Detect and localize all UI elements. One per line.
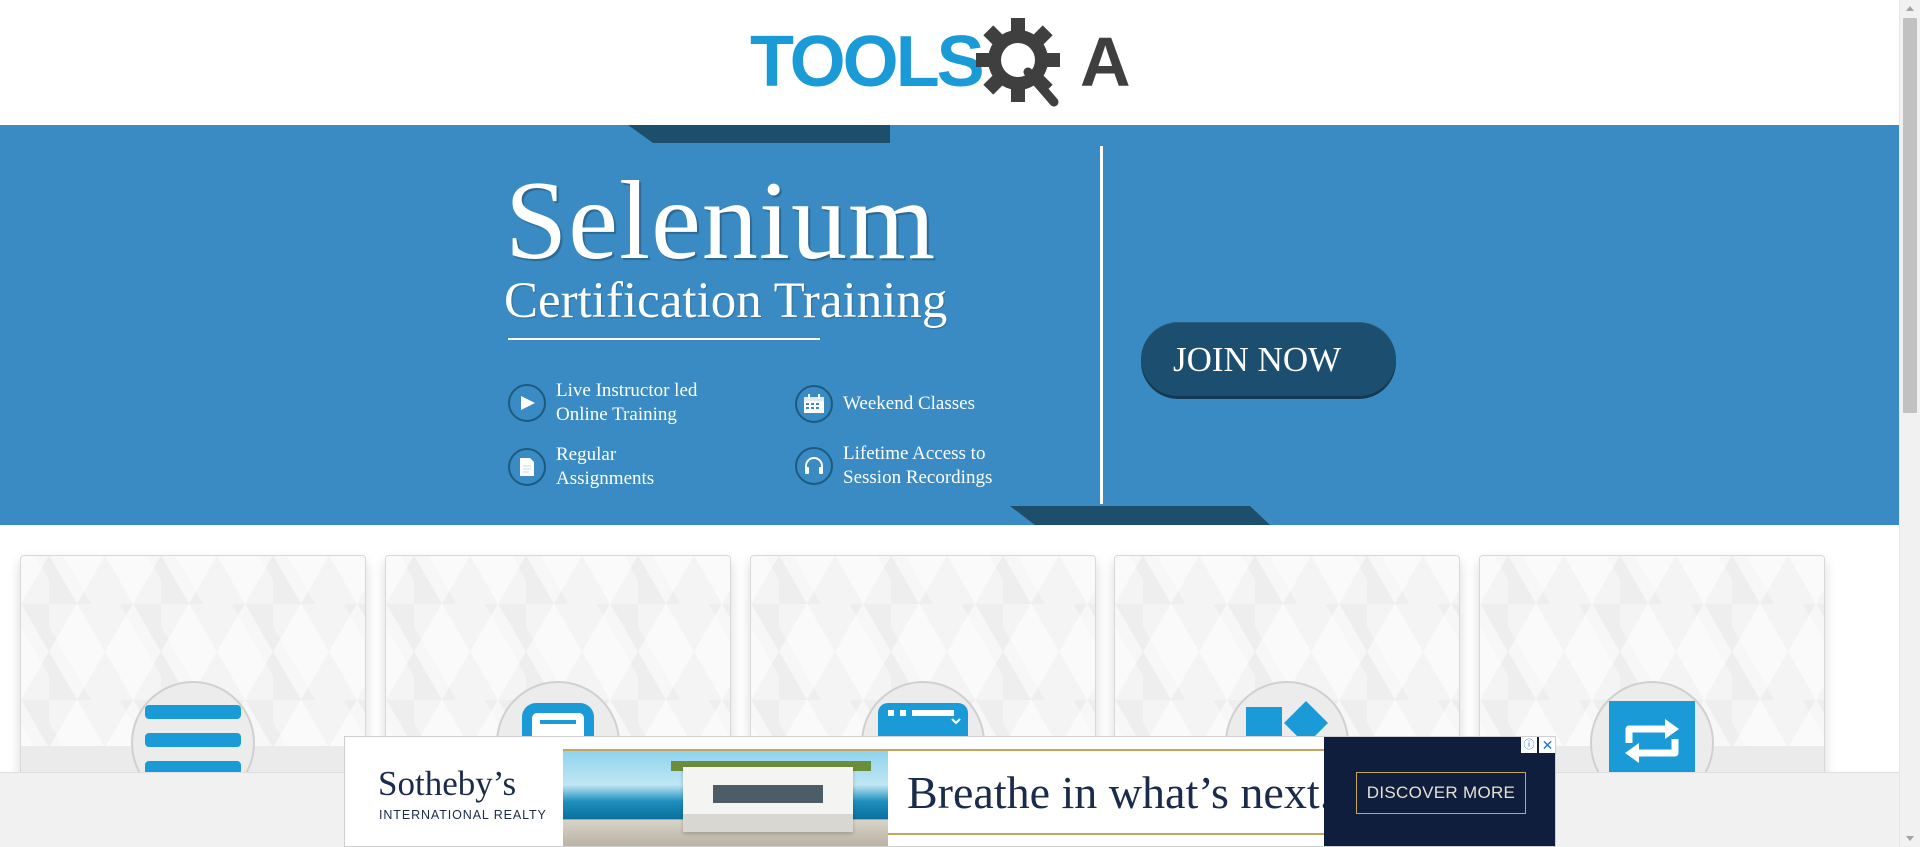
ad-tagline: Breathe in what’s next. [907,767,1332,818]
site-header: TOOLS A [0,0,1899,125]
logo-qa-text: A [1080,23,1131,101]
feature-label: Live Instructor led Online Training [556,380,698,425]
menu-lines-icon [145,705,241,775]
scroll-up-arrow-icon[interactable] [1906,6,1914,11]
play-icon [508,384,546,422]
ad-brand-subtitle: INTERNATIONAL REALTY [379,808,547,822]
selenium-training-banner[interactable]: Selenium Certification Training Live Ins… [0,125,1899,525]
banner-accent-strip-bottom [1010,506,1270,525]
ad-brand-name: Sotheby’s [378,764,517,803]
ad-brand-panel: Sotheby’s INTERNATIONAL REALTY [345,737,563,846]
banner-subtitle: Certification Training [504,273,948,329]
ad-house-photo [563,751,888,846]
banner-underline [508,338,820,340]
ad-photo-window [713,785,823,803]
feature-label: Weekend Classes [843,393,975,414]
feature-regular-assignments: Regular Assignments [508,443,654,491]
banner-title: Selenium [505,159,937,283]
banner-accent-strip-top [628,125,890,143]
gear-icon [976,18,1060,107]
join-now-button[interactable]: JOIN NOW [1141,322,1396,396]
toolsqa-logo[interactable]: TOOLS A [750,18,1155,113]
scrollbar-thumb[interactable] [1903,18,1917,413]
vertical-scrollbar[interactable] [1899,0,1920,847]
page: TOOLS A Selenium Certification Training … [0,0,1920,847]
discover-more-button[interactable]: DISCOVER MORE [1356,772,1526,814]
interactions-icon [1609,701,1695,781]
logo-tools-text: TOOLS [750,22,983,102]
banner-divider [1100,146,1103,504]
feature-label: Regular Assignments [556,444,655,489]
feature-lifetime-access: Lifetime Access to Session Recordings [795,442,992,490]
feature-weekend-classes: Weekend Classes [795,385,975,423]
feature-label: Lifetime Access to Session Recordings [843,443,993,488]
calendar-icon [795,385,833,423]
feature-live-training: Live Instructor led Online Training [508,379,697,427]
document-icon [508,448,546,486]
headphones-icon [795,447,833,485]
close-icon[interactable]: ✕ [1539,737,1555,753]
sothebys-ad[interactable]: Sotheby’s INTERNATIONAL REALTY Breathe i… [344,736,1556,847]
info-icon[interactable]: ⓘ [1521,737,1537,753]
category-card[interactable] [20,555,366,787]
scroll-down-arrow-icon[interactable] [1906,836,1914,841]
